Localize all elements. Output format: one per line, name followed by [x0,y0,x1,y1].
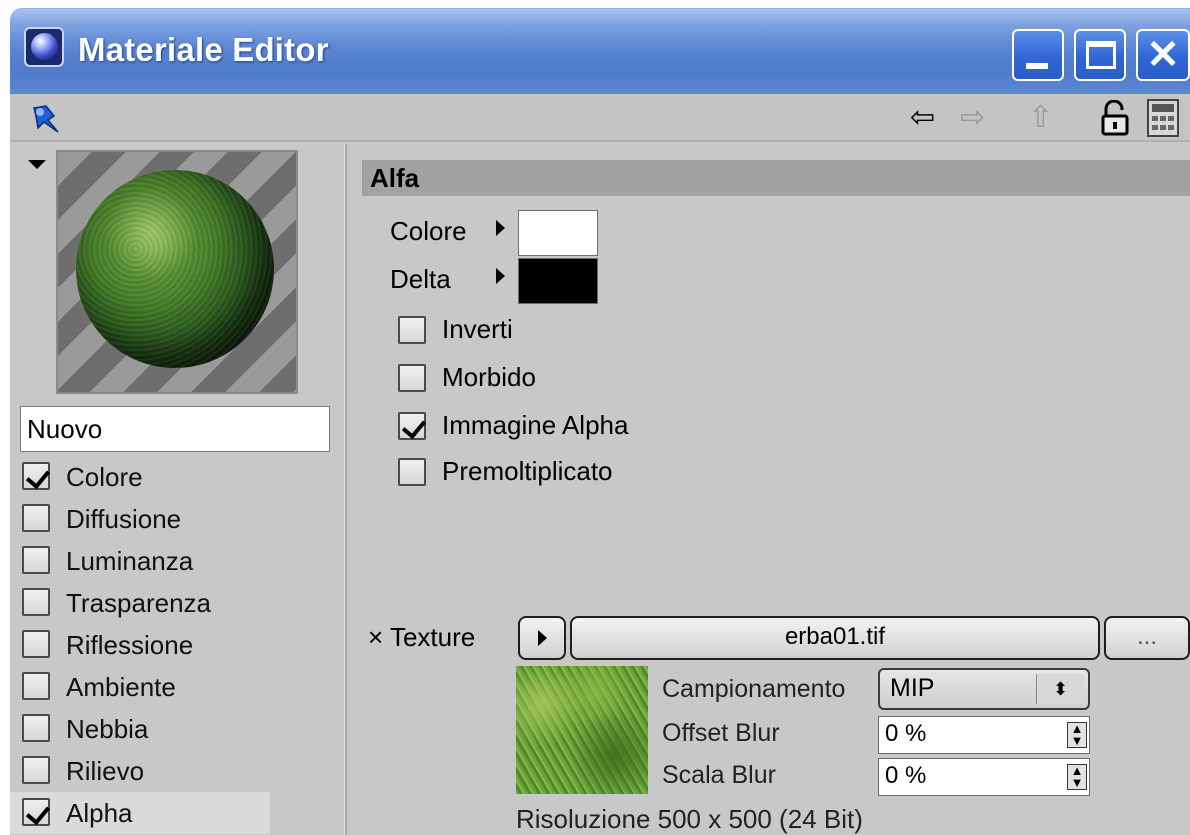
channel-label: Luminanza [66,546,194,576]
color-expand-arrow-icon[interactable] [496,220,505,236]
toolbar: ⇦ ⇨ ⇧ [10,94,1190,142]
channel-label: Alpha [66,798,133,828]
sampling-label: Campionamento [662,675,846,703]
minimize-button[interactable] [1012,29,1064,81]
scale-blur-stepper-icon[interactable]: ▲ ▼ [1067,764,1087,790]
lock-icon[interactable] [1100,100,1132,136]
option-label: Immagine Alpha [442,410,629,440]
option-checkbox[interactable] [398,412,426,440]
material-sidebar: Nuovo Colore Diffusione Luminanza Traspa… [10,144,344,835]
offset-blur-value: 0 % [885,720,927,747]
channel-checkbox[interactable] [22,798,50,826]
channel-riflessione[interactable]: Riflessione [10,624,270,666]
channel-colore[interactable]: Colore [10,456,270,498]
offset-blur-stepper-icon[interactable]: ▲ ▼ [1067,722,1087,748]
scale-blur-value: 0 % [885,762,927,789]
minimize-icon [1026,63,1048,69]
channel-label: Ambiente [66,672,176,702]
scale-blur-field[interactable]: 0 % ▲ ▼ [878,758,1090,796]
preview-menu-arrow-icon[interactable] [28,160,46,169]
delta-expand-arrow-icon[interactable] [496,268,505,284]
maximize-button[interactable] [1074,29,1126,81]
option-label: Inverti [442,314,513,344]
panel-divider[interactable] [344,144,347,835]
channel-label: Diffusione [66,504,182,534]
channel-label: Colore [66,462,143,492]
sampling-dropdown-icon: ⬍ [1036,674,1084,704]
forward-arrow-icon[interactable]: ⇨ [960,102,985,134]
channel-checkbox[interactable] [22,630,50,658]
channel-checkbox[interactable] [22,672,50,700]
section-header: Alfa [362,160,1190,196]
offset-blur-label: Offset Blur [662,719,780,747]
texture-label: × Texture [368,622,476,652]
color-swatch[interactable] [518,210,598,256]
option-morbido[interactable]: Morbido [398,360,798,400]
back-arrow-icon[interactable]: ⇦ [910,102,935,134]
window-title: Materiale Editor [78,31,329,68]
channel-label: Trasparenza [66,588,211,618]
maximize-icon [1086,41,1116,69]
texture-browse-button[interactable]: ... [1104,616,1190,660]
channel-settings: Alfa Colore Delta Inverti Morbido Immagi… [348,144,1190,835]
channel-label: Nebbia [66,714,149,744]
channel-checkbox[interactable] [22,504,50,532]
channel-rilievo[interactable]: Rilievo [10,750,270,792]
sampling-value: MIP [890,674,935,702]
channel-nebbia[interactable]: Nebbia [10,708,270,750]
material-name-field[interactable]: Nuovo [20,406,330,452]
channel-checkbox[interactable] [22,756,50,784]
channel-label: Riflessione [66,630,194,660]
calculator-icon[interactable] [1146,98,1180,138]
option-immagine-alpha[interactable]: Immagine Alpha [398,408,798,448]
channel-trasparenza[interactable]: Trasparenza [10,582,270,624]
channel-checkbox[interactable] [22,714,50,742]
texture-menu-button[interactable] [518,616,566,660]
option-checkbox[interactable] [398,364,426,392]
close-button[interactable]: ✕ [1136,29,1190,81]
material-preview[interactable] [56,150,298,394]
option-checkbox[interactable] [398,316,426,344]
title-bar[interactable]: Materiale Editor ✕ [10,8,1190,94]
close-icon: ✕ [1146,33,1180,77]
channel-diffusione[interactable]: Diffusione [10,498,270,540]
channel-alpha[interactable]: Alpha [10,792,270,834]
channel-label: Rilievo [66,756,145,786]
delta-label: Delta [390,264,451,294]
option-label: Premoltiplicato [442,456,613,486]
option-premoltiplicato[interactable]: Premoltiplicato [398,454,798,494]
pin-icon[interactable] [28,102,68,136]
texture-thumbnail [516,666,648,794]
color-label: Colore [390,216,467,246]
texture-file-button[interactable]: erba01.tif [570,616,1100,660]
app-icon[interactable] [24,27,64,67]
resolution-info: Risoluzione 500 x 500 (24 Bit) [516,804,863,834]
channel-list: Colore Diffusione Luminanza Trasparenza … [10,456,344,834]
channel-checkbox[interactable] [22,546,50,574]
offset-blur-field[interactable]: 0 % ▲ ▼ [878,716,1090,754]
scale-blur-label: Scala Blur [662,761,776,789]
channel-checkbox[interactable] [22,588,50,616]
option-label: Morbido [442,362,536,392]
up-arrow-icon[interactable]: ⇧ [1028,102,1053,134]
channel-luminanza[interactable]: Luminanza [10,540,270,582]
channel-checkbox[interactable] [22,462,50,490]
delta-swatch[interactable] [518,258,598,304]
material-editor-panel: ⇦ ⇨ ⇧ Nuovo Colore Diffusione Luminanza … [10,94,1190,835]
option-inverti[interactable]: Inverti [398,312,798,352]
preview-sphere [76,170,274,368]
option-checkbox[interactable] [398,458,426,486]
channel-ambiente[interactable]: Ambiente [10,666,270,708]
sampling-select[interactable]: MIP ⬍ [878,668,1090,710]
texture-menu-arrow-icon [538,630,547,646]
